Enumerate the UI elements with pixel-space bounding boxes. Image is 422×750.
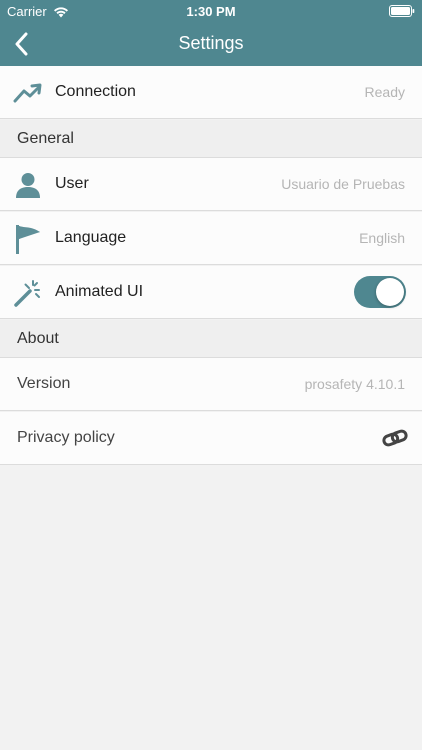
status-time: 1:30 PM — [186, 4, 236, 19]
page-title: Settings — [178, 33, 244, 53]
nav-bar: Settings — [0, 22, 422, 66]
user-value: Usuario de Pruebas — [281, 176, 405, 192]
magic-wand-icon — [13, 278, 43, 308]
section-title-about: About — [17, 330, 59, 347]
privacy-policy-label: Privacy policy — [17, 429, 115, 446]
animated-ui-toggle[interactable] — [354, 276, 406, 308]
language-label: Language — [55, 229, 127, 246]
link-icon — [382, 429, 408, 447]
section-header-about: About — [0, 320, 422, 358]
section-title-general: General — [17, 130, 74, 147]
user-label: User — [55, 175, 89, 192]
toggle-knob — [376, 278, 404, 306]
user-row[interactable]: User Usuario de Pruebas — [0, 158, 422, 211]
connection-status: Ready — [364, 84, 405, 100]
section-header-general: General — [0, 120, 422, 158]
trend-up-icon — [13, 78, 43, 108]
header: Carrier 1:30 PM Settings — [0, 0, 422, 66]
user-icon — [13, 170, 43, 200]
version-row: Version prosafety 4.10.1 — [0, 358, 422, 411]
language-value: English — [359, 230, 405, 246]
battery-icon — [389, 5, 415, 17]
connection-row[interactable]: Connection Ready — [0, 66, 422, 119]
version-label: Version — [17, 375, 71, 392]
language-row[interactable]: Language English — [0, 212, 422, 265]
connection-label: Connection — [55, 83, 136, 100]
version-value: prosafety 4.10.1 — [304, 376, 405, 392]
privacy-policy-row[interactable]: Privacy policy — [0, 412, 422, 465]
animated-ui-row: Animated UI — [0, 266, 422, 319]
flag-icon — [13, 224, 43, 254]
animated-ui-label: Animated UI — [55, 283, 144, 300]
status-bar: Carrier 1:30 PM — [0, 0, 422, 22]
